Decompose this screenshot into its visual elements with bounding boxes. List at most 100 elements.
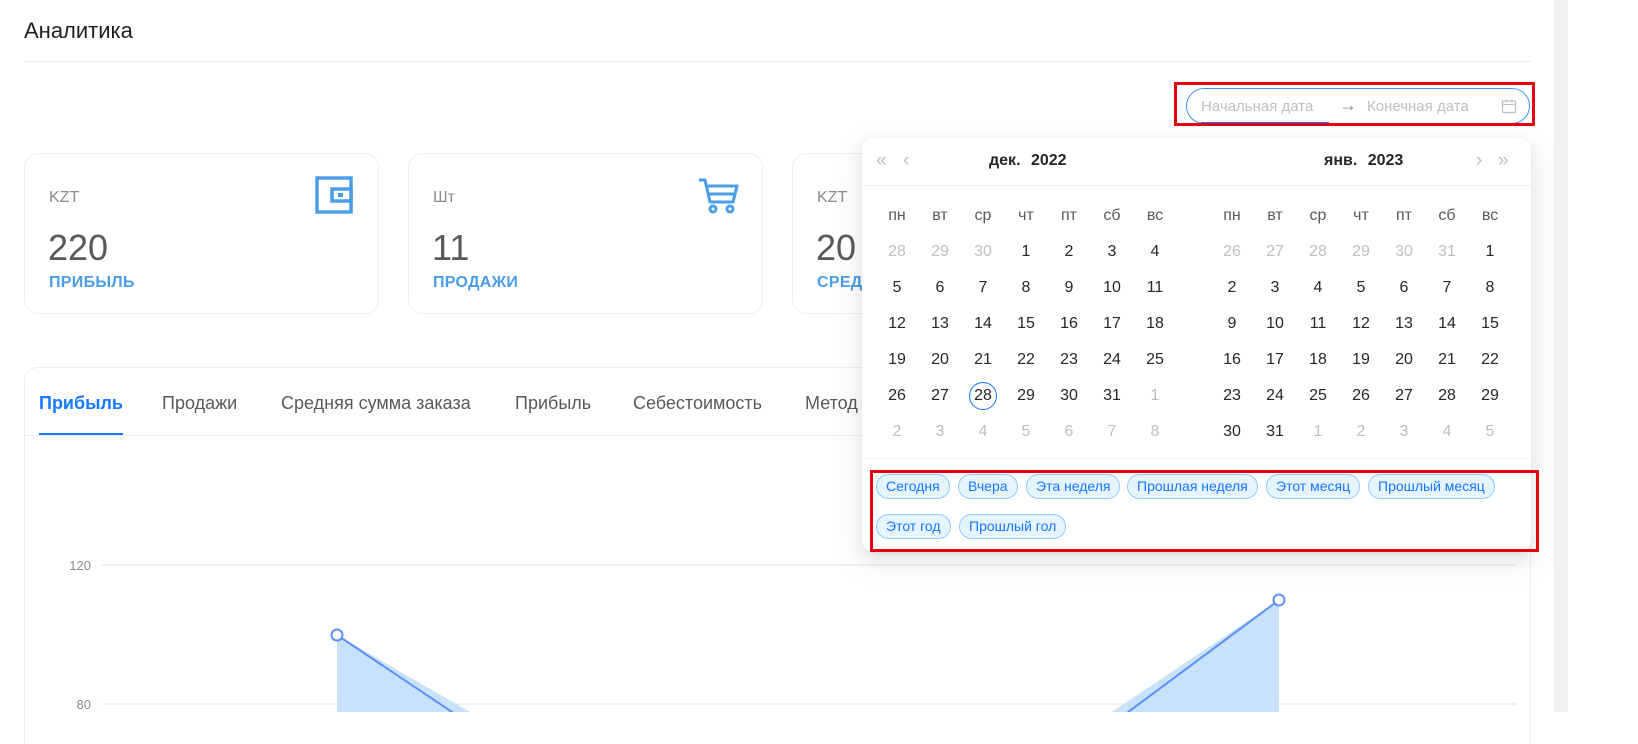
day-cell[interactable]: 4 bbox=[1137, 243, 1173, 261]
day-cell[interactable]: 29 bbox=[1008, 387, 1044, 405]
day-cell[interactable]: 3 bbox=[1386, 423, 1422, 441]
day-cell[interactable]: 7 bbox=[1094, 423, 1130, 441]
day-cell[interactable]: 27 bbox=[1257, 243, 1293, 261]
day-cell[interactable]: 2 bbox=[1051, 243, 1087, 261]
day-cell[interactable]: 9 bbox=[1051, 279, 1087, 297]
day-cell[interactable]: 8 bbox=[1472, 279, 1508, 297]
day-cell[interactable]: 1 bbox=[1300, 423, 1336, 441]
day-cell[interactable]: 26 bbox=[1214, 243, 1250, 261]
day-cell[interactable]: 26 bbox=[1343, 387, 1379, 405]
day-cell[interactable]: 24 bbox=[1094, 351, 1130, 369]
day-cell[interactable]: 8 bbox=[1008, 279, 1044, 297]
day-cell[interactable]: 13 bbox=[922, 315, 958, 333]
day-cell[interactable]: 31 bbox=[1257, 423, 1293, 441]
day-cell[interactable]: 17 bbox=[1257, 351, 1293, 369]
day-cell[interactable]: 2 bbox=[879, 423, 915, 441]
tab-method[interactable]: Метод bbox=[805, 393, 858, 414]
day-cell[interactable]: 5 bbox=[1343, 279, 1379, 297]
day-cell[interactable]: 28 bbox=[1429, 387, 1465, 405]
day-cell[interactable]: 24 bbox=[1257, 387, 1293, 405]
day-cell[interactable]: 27 bbox=[1386, 387, 1422, 405]
day-cell[interactable]: 20 bbox=[1386, 351, 1422, 369]
day-cell[interactable]: 28 bbox=[1300, 243, 1336, 261]
next-month-button[interactable]: › bbox=[1476, 150, 1482, 172]
day-cell[interactable]: 9 bbox=[1214, 315, 1250, 333]
day-cell[interactable]: 1 bbox=[1472, 243, 1508, 261]
tab-sales[interactable]: Продажи bbox=[162, 393, 237, 414]
day-cell[interactable]: 25 bbox=[1300, 387, 1336, 405]
day-cell[interactable]: 29 bbox=[1472, 387, 1508, 405]
day-cell[interactable]: 15 bbox=[1008, 315, 1044, 333]
day-cell[interactable]: 12 bbox=[879, 315, 915, 333]
prev-year-button[interactable]: « bbox=[876, 150, 887, 172]
right-year[interactable]: 2023 bbox=[1368, 152, 1404, 169]
day-cell[interactable]: 30 bbox=[1214, 423, 1250, 441]
day-cell[interactable]: 23 bbox=[1214, 387, 1250, 405]
day-cell[interactable]: 7 bbox=[965, 279, 1001, 297]
day-cell[interactable]: 13 bbox=[1386, 315, 1422, 333]
day-cell[interactable]: 10 bbox=[1257, 315, 1293, 333]
day-cell[interactable]: 21 bbox=[1429, 351, 1465, 369]
day-cell[interactable]: 3 bbox=[1257, 279, 1293, 297]
tab-profit-2[interactable]: Прибыль bbox=[515, 393, 591, 414]
day-cell[interactable]: 16 bbox=[1214, 351, 1250, 369]
day-cell[interactable]: 29 bbox=[1343, 243, 1379, 261]
day-cell[interactable]: 31 bbox=[1094, 387, 1130, 405]
day-cell[interactable]: 5 bbox=[1472, 423, 1508, 441]
right-month[interactable]: янв. bbox=[1324, 152, 1357, 169]
scrollbar-track[interactable] bbox=[1554, 0, 1568, 712]
day-cell[interactable]: 26 bbox=[879, 387, 915, 405]
day-cell[interactable]: 27 bbox=[922, 387, 958, 405]
left-month[interactable]: дек. bbox=[989, 152, 1021, 169]
day-cell[interactable]: 4 bbox=[965, 423, 1001, 441]
tab-cost[interactable]: Себестоимость bbox=[633, 393, 762, 414]
day-cell[interactable]: 4 bbox=[1429, 423, 1465, 441]
tab-profit[interactable]: Прибыль bbox=[39, 393, 123, 414]
day-cell[interactable]: 10 bbox=[1094, 279, 1130, 297]
day-cell[interactable]: 20 bbox=[922, 351, 958, 369]
day-cell[interactable]: 5 bbox=[1008, 423, 1044, 441]
day-cell[interactable]: 1 bbox=[1008, 243, 1044, 261]
day-cell[interactable]: 22 bbox=[1472, 351, 1508, 369]
day-cell[interactable]: 22 bbox=[1008, 351, 1044, 369]
day-cell[interactable]: 3 bbox=[922, 423, 958, 441]
day-cell[interactable]: 21 bbox=[965, 351, 1001, 369]
day-cell[interactable]: 30 bbox=[1386, 243, 1422, 261]
day-cell[interactable]: 2 bbox=[1343, 423, 1379, 441]
day-cell[interactable]: 6 bbox=[922, 279, 958, 297]
day-cell[interactable]: 5 bbox=[879, 279, 915, 297]
day-cell[interactable]: 6 bbox=[1386, 279, 1422, 297]
day-cell[interactable]: 3 bbox=[1094, 243, 1130, 261]
day-cell[interactable]: 11 bbox=[1300, 315, 1336, 333]
day-cell[interactable]: 18 bbox=[1300, 351, 1336, 369]
day-cell[interactable]: 19 bbox=[879, 351, 915, 369]
day-cell[interactable]: 7 bbox=[1429, 279, 1465, 297]
day-cell[interactable]: 8 bbox=[1137, 423, 1173, 441]
day-cell[interactable]: 30 bbox=[965, 243, 1001, 261]
day-cell[interactable]: 11 bbox=[1137, 279, 1173, 297]
day-cell[interactable]: 17 bbox=[1094, 315, 1130, 333]
day-cell[interactable]: 23 bbox=[1051, 351, 1087, 369]
day-cell[interactable]: 18 bbox=[1137, 315, 1173, 333]
day-cell[interactable]: 29 bbox=[922, 243, 958, 261]
left-year[interactable]: 2022 bbox=[1031, 152, 1067, 169]
day-cell[interactable]: 19 bbox=[1343, 351, 1379, 369]
right-month-title[interactable]: янв. 2023 bbox=[1324, 152, 1403, 170]
day-cell[interactable]: 4 bbox=[1300, 279, 1336, 297]
day-cell[interactable]: 25 bbox=[1137, 351, 1173, 369]
day-cell[interactable]: 15 bbox=[1472, 315, 1508, 333]
prev-month-button[interactable]: ‹ bbox=[903, 150, 909, 172]
day-cell[interactable]: 2 bbox=[1214, 279, 1250, 297]
tab-average-order[interactable]: Средняя сумма заказа bbox=[281, 393, 471, 414]
day-cell[interactable]: 14 bbox=[965, 315, 1001, 333]
day-cell[interactable]: 1 bbox=[1137, 387, 1173, 405]
next-year-button[interactable]: » bbox=[1498, 150, 1509, 172]
day-cell[interactable]: 14 bbox=[1429, 315, 1465, 333]
day-cell[interactable]: 28 bbox=[879, 243, 915, 261]
day-cell[interactable]: 31 bbox=[1429, 243, 1465, 261]
day-cell[interactable]: 30 bbox=[1051, 387, 1087, 405]
day-cell[interactable]: 16 bbox=[1051, 315, 1087, 333]
left-month-title[interactable]: дек. 2022 bbox=[989, 152, 1067, 170]
day-cell-today[interactable]: 28 bbox=[969, 382, 997, 410]
day-cell[interactable]: 6 bbox=[1051, 423, 1087, 441]
